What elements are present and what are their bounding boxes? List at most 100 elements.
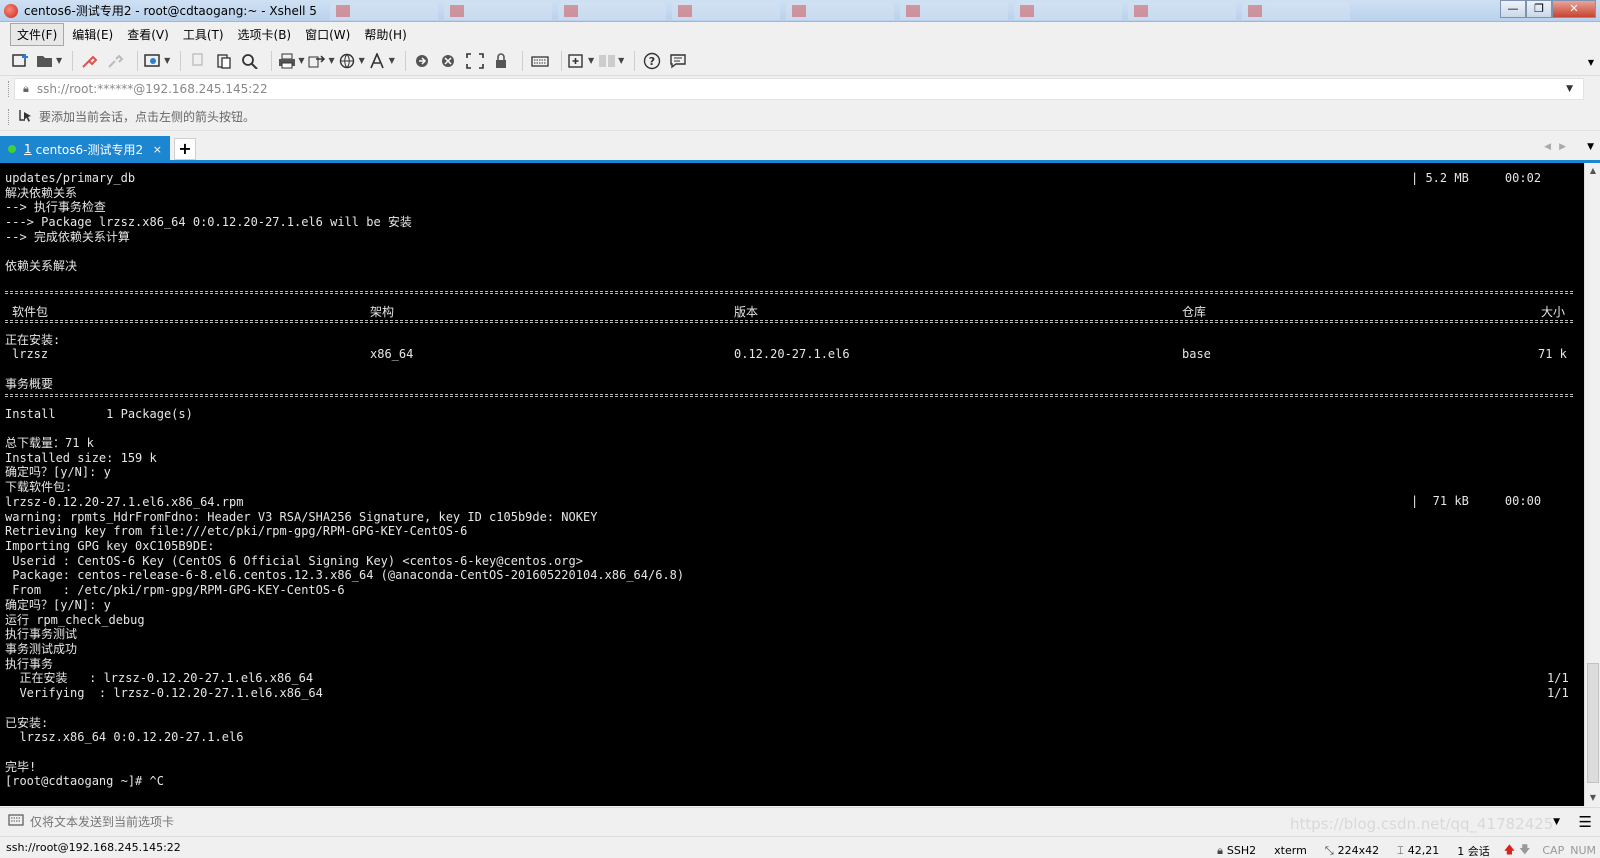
compose-menu-icon[interactable]: ☰ bbox=[1579, 813, 1592, 831]
copy-icon[interactable] bbox=[187, 50, 209, 72]
ghost-tab bbox=[330, 2, 438, 20]
reconnect-icon[interactable] bbox=[79, 50, 101, 72]
close-window-button[interactable]: ✕ bbox=[1552, 0, 1596, 18]
terminal-line: 解决依赖关系 bbox=[5, 185, 78, 200]
upload-arrow-icon: 🡅 bbox=[1503, 843, 1516, 856]
terminal-line: [root@cdtaogang ~]# ^C bbox=[5, 774, 164, 789]
scroll-up-icon[interactable]: ▲ bbox=[1585, 163, 1600, 179]
menu-edit[interactable]: 编辑(E) bbox=[66, 24, 119, 45]
minimize-button[interactable]: — bbox=[1500, 0, 1526, 18]
terminal-line: From : /etc/pki/rpm-gpg/RPM-GPG-KEY-Cent… bbox=[5, 583, 345, 598]
lock-icon: 🔒︎ bbox=[23, 82, 29, 95]
keyboard-icon[interactable] bbox=[529, 50, 551, 72]
scrollbar-thumb[interactable] bbox=[1587, 663, 1599, 783]
xshell-app-icon bbox=[4, 3, 18, 18]
ghost-tab bbox=[444, 2, 552, 20]
chat-icon[interactable] bbox=[667, 50, 689, 72]
table-separator bbox=[5, 291, 1573, 294]
menu-help[interactable]: 帮助(H) bbox=[358, 24, 412, 45]
terminal-line: 运行 rpm_check_debug bbox=[5, 612, 145, 627]
menu-tab[interactable]: 选项卡(B) bbox=[232, 24, 298, 45]
new-session-icon[interactable] bbox=[10, 50, 32, 72]
window-title: centos6-测试专用2 - root@cdtaogang:~ - Xshel… bbox=[24, 4, 317, 18]
maximize-button[interactable]: ❐ bbox=[1526, 0, 1552, 18]
terminal-line: 正在安装 : lrzsz-0.12.20-27.1.el6.x86_64 bbox=[5, 671, 314, 686]
toolbar-overflow-chevron-icon[interactable]: ▼ bbox=[1588, 58, 1594, 67]
row-arch: x86_64 bbox=[370, 347, 414, 361]
col-version-header: 版本 bbox=[734, 305, 759, 319]
tile-layout-icon[interactable]: ▼ bbox=[598, 50, 624, 72]
toolbar-separator bbox=[560, 50, 562, 71]
toolbar-separator bbox=[137, 50, 139, 71]
terminal-line: --> 执行事务检查 bbox=[5, 200, 106, 215]
terminal-line: Userid : CentOS-6 Key (CentOS 6 Official… bbox=[5, 553, 583, 568]
tab-bar: 1 centos6-测试专用2 × + ◀▶ ▼ bbox=[0, 134, 1600, 162]
disconnect-icon[interactable] bbox=[105, 50, 127, 72]
font-icon[interactable]: ▼ bbox=[369, 50, 395, 72]
menu-tools[interactable]: 工具(T) bbox=[177, 24, 230, 45]
add-session-arrow-icon[interactable] bbox=[19, 108, 33, 126]
rpm-download-progress: | 71 kB 00:00 bbox=[1411, 494, 1542, 508]
lock-icon[interactable] bbox=[490, 50, 512, 72]
ghost-tab bbox=[900, 2, 1008, 20]
xftp-icon[interactable] bbox=[412, 50, 434, 72]
download-arrow-icon: 🡇 bbox=[1519, 843, 1531, 856]
row-repo: base bbox=[1182, 347, 1211, 361]
compose-target-dropdown-icon[interactable]: ▼ bbox=[1553, 817, 1560, 827]
menu-window[interactable]: 窗口(W) bbox=[299, 24, 356, 45]
terminal-line: Retrieving key from file:///etc/pki/rpm-… bbox=[5, 524, 468, 539]
scroll-down-icon[interactable]: ▼ bbox=[1585, 790, 1600, 806]
address-input[interactable] bbox=[36, 82, 1437, 96]
find-icon[interactable] bbox=[239, 50, 261, 72]
status-cursor-pos: ⌶ 42,21 bbox=[1397, 844, 1439, 858]
primary-db-progress: | 5.2 MB 00:02 bbox=[1411, 171, 1542, 185]
toolbar-separator bbox=[72, 50, 74, 71]
window-controls: — ❐ ✕ bbox=[1500, 0, 1596, 18]
status-protocol-text: SSH2 bbox=[1226, 844, 1257, 857]
toolbar-separator bbox=[271, 50, 273, 71]
ghost-tab bbox=[786, 2, 894, 20]
terminal-line: Install 1 Package(s) bbox=[5, 406, 193, 421]
session-properties-icon[interactable]: ▼ bbox=[144, 50, 170, 72]
terminal-line: 总下载量：71 k bbox=[5, 435, 94, 450]
new-tab-icon[interactable]: ▼ bbox=[568, 50, 594, 72]
add-tab-button[interactable]: + bbox=[174, 138, 196, 160]
tab-list-dropdown-icon[interactable]: ▼ bbox=[1587, 142, 1594, 152]
compose-keyboard-icon[interactable] bbox=[8, 813, 24, 831]
menu-view[interactable]: 查看(V) bbox=[121, 24, 175, 45]
paste-icon[interactable] bbox=[213, 50, 235, 72]
tab-close-icon[interactable]: × bbox=[153, 143, 162, 156]
encoding-globe-icon[interactable]: ▼ bbox=[339, 50, 365, 72]
status-size-text: 224x42 bbox=[1337, 844, 1380, 857]
help-icon[interactable]: ? bbox=[641, 50, 663, 72]
terminal-scrollbar[interactable]: ▲ ▼ bbox=[1584, 163, 1600, 806]
ghost-tab bbox=[672, 2, 780, 20]
compose-input[interactable] bbox=[30, 814, 1430, 829]
fullscreen-icon[interactable] bbox=[464, 50, 486, 72]
hint-text: 要添加当前会话，点击左侧的箭头按钮。 bbox=[39, 110, 256, 124]
xmanager-icon[interactable] bbox=[438, 50, 460, 72]
transfer-icon[interactable]: ▼ bbox=[308, 50, 335, 72]
row-size: 71 k bbox=[1538, 347, 1567, 361]
terminal-output[interactable]: updates/primary_db 解决依赖关系 --> 执行事务检查 ---> P… bbox=[0, 163, 1584, 806]
terminal-line: 已安装: bbox=[5, 715, 49, 730]
print-icon[interactable]: ▼ bbox=[278, 50, 304, 72]
watermark: https://blog.csdn.net/qq_41782425 bbox=[1290, 815, 1554, 833]
terminal-line: 事务概要 bbox=[5, 377, 54, 392]
menu-file[interactable]: 文件(F) bbox=[10, 22, 65, 46]
tab-label: centos6-测试专用2 bbox=[35, 142, 144, 157]
terminal-line: 依赖关系解决 bbox=[5, 259, 78, 274]
status-caps: CAP bbox=[1542, 844, 1565, 857]
address-bar-grip[interactable] bbox=[8, 81, 11, 97]
terminal-line: Installed size: 159 k bbox=[5, 450, 157, 465]
hint-bar-grip[interactable] bbox=[8, 108, 11, 125]
tab-scroll-arrows-icon[interactable]: ◀▶ bbox=[1544, 142, 1574, 152]
open-folder-icon[interactable]: ▼ bbox=[36, 50, 62, 72]
tab-centos6[interactable]: 1 centos6-测试专用2 × bbox=[0, 136, 170, 162]
address-dropdown-icon[interactable]: ▼ bbox=[1566, 84, 1573, 94]
status-terminal-size: ⤡ 224x42 bbox=[1325, 844, 1379, 858]
session-hint-bar: 要添加当前会话，点击左侧的箭头按钮。 bbox=[0, 103, 1600, 131]
